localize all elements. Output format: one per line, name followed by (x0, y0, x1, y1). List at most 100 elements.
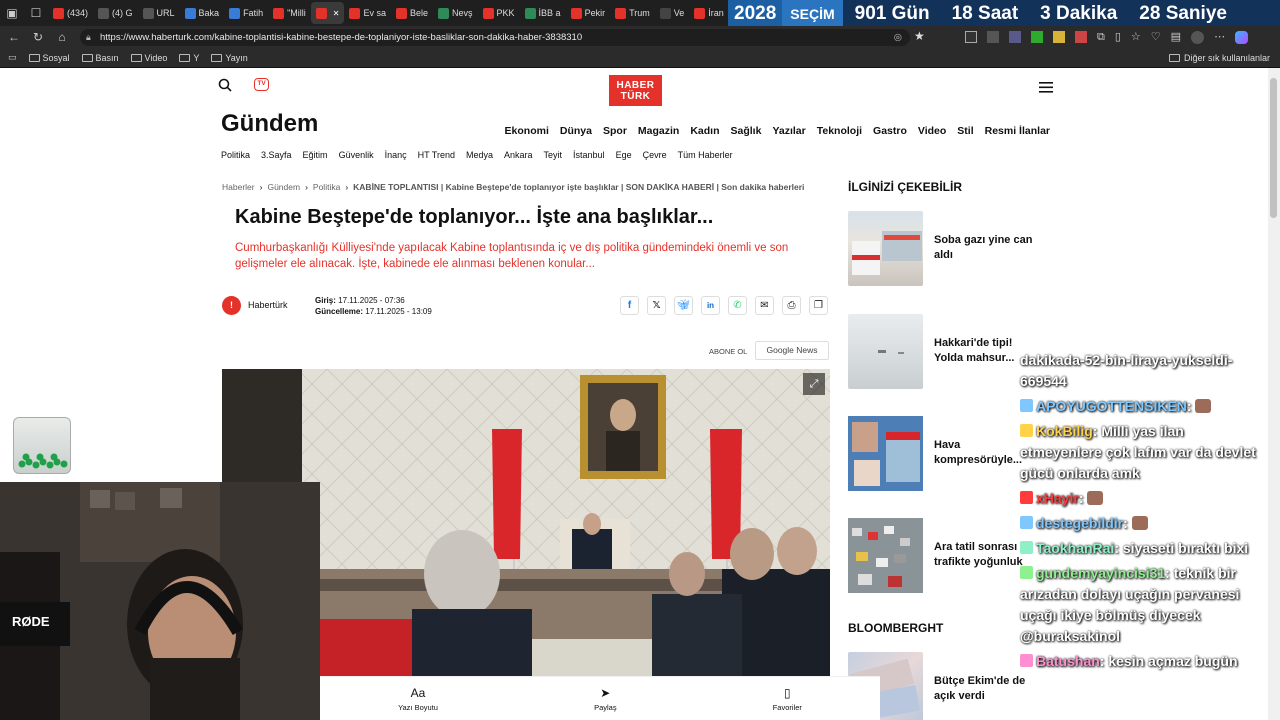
collections-icon[interactable]: ▤ (1171, 31, 1181, 44)
email-share-icon[interactable]: ✉ (755, 296, 774, 315)
subnav-link[interactable]: HT Trend (418, 150, 455, 160)
breadcrumb-link[interactable]: Gündem (267, 182, 300, 192)
extension-icon-4[interactable] (1031, 31, 1043, 43)
share-button[interactable]: ➤ Paylaş (594, 686, 617, 712)
browser-tab[interactable]: Ev sa (344, 2, 391, 24)
folder-icon (211, 53, 223, 62)
bookmark-folder[interactable]: Yayın (211, 53, 248, 63)
author-name[interactable]: Habertürk (248, 300, 288, 310)
copilot-icon[interactable] (1235, 31, 1249, 44)
browser-tab[interactable]: Bele (391, 2, 433, 24)
category-link[interactable]: Spor (603, 125, 627, 137)
browser-tab[interactable]: ✕ (310, 2, 345, 24)
subnav-link[interactable]: Ankara (504, 150, 533, 160)
subnav-link[interactable]: İnanç (385, 150, 407, 160)
browser-tab[interactable]: Trum (610, 2, 655, 24)
tab-actions-icon[interactable]: ☐ (24, 6, 48, 20)
workspaces-icon[interactable]: ▣ (0, 6, 24, 20)
browser-tab[interactable]: (434) (48, 2, 93, 24)
section-title[interactable]: Gündem (221, 110, 318, 138)
other-bookmarks[interactable]: Diğer sık kullanılanlar (1168, 53, 1270, 63)
sidebar-item[interactable]: Ara tatil sonrası trafikte yoğunluk (848, 518, 1048, 594)
site-logo[interactable]: HABER TÜRK (609, 75, 662, 106)
category-link[interactable]: Sağlık (731, 125, 762, 137)
browser-tab[interactable]: İBB a (520, 2, 566, 24)
x-share-icon[interactable]: 𝕏 (647, 296, 666, 315)
bookmarks-menu-icon[interactable]: ▭ (8, 52, 17, 63)
category-link[interactable]: Dünya (560, 125, 592, 137)
sidebar-item[interactable]: Hava kompresörüyle... (848, 416, 1048, 492)
home-icon[interactable]: ⌂ (50, 30, 74, 44)
extension-icon-1[interactable] (965, 31, 977, 43)
subnav-link[interactable]: Eğitim (303, 150, 328, 160)
url-field[interactable]: 🔒︎ https://www.haberturk.com/kabine-topl… (80, 29, 910, 46)
more-menu-icon[interactable]: ⋯ (1214, 31, 1225, 44)
extension-icon-2[interactable] (987, 31, 999, 43)
browser-tab[interactable]: İran (689, 2, 729, 24)
tv-icon[interactable]: TV (254, 78, 269, 91)
category-link[interactable]: Video (918, 125, 946, 137)
font-size-button[interactable]: Aa Yazı Boyutu (398, 686, 438, 712)
linkedin-share-icon[interactable]: in (701, 296, 720, 315)
profile-avatar[interactable] (1191, 31, 1205, 44)
subnav-link[interactable]: İstanbul (573, 150, 605, 160)
category-link[interactable]: Gastro (873, 125, 907, 137)
split-screen-icon[interactable]: ⧉ (1097, 31, 1105, 44)
favorites-icon[interactable]: ☆ (1131, 31, 1141, 44)
category-link[interactable]: Resmi İlanlar (985, 125, 1050, 137)
category-link[interactable]: Yazılar (772, 125, 805, 137)
browser-tab[interactable]: Pekir (566, 2, 611, 24)
read-aloud-icon[interactable]: ◎ (894, 29, 902, 46)
print-icon[interactable]: ⎙ (782, 296, 801, 315)
browser-tab[interactable]: (4) G (93, 2, 138, 24)
google-news-button[interactable]: Google News (755, 341, 829, 360)
subnav-link[interactable]: Ege (616, 150, 632, 160)
subnav-link[interactable]: Teyit (544, 150, 563, 160)
performance-icon[interactable]: ♡ (1151, 31, 1161, 44)
browser-tab[interactable]: PKK (478, 2, 520, 24)
browser-tab[interactable]: URL (138, 2, 180, 24)
subnav-link[interactable]: 3.Sayfa (261, 150, 292, 160)
fullscreen-icon[interactable]: ⤢ (803, 373, 825, 395)
whatsapp-share-icon[interactable]: ✆ (728, 296, 747, 315)
sidebar-item[interactable]: Hakkari'de tipi! Yolda mahsur... (848, 314, 1048, 390)
refresh-icon[interactable]: ↻ (26, 30, 50, 44)
bookmark-folder[interactable]: Basın (81, 53, 119, 63)
page-scrollbar[interactable] (1268, 68, 1280, 720)
browser-tab[interactable]: Fatih (224, 2, 268, 24)
sidebar-icon[interactable]: ▯ (1115, 31, 1121, 44)
extension-icon-6[interactable] (1075, 31, 1087, 43)
category-link[interactable]: Kadın (690, 125, 719, 137)
bluesky-share-icon[interactable]: 🦋︎ (674, 296, 693, 315)
breadcrumb-link[interactable]: Haberler (222, 182, 255, 192)
sidebar-item[interactable]: Soba gazı yine can aldı (848, 211, 1048, 287)
subnav-link[interactable]: Çevre (643, 150, 667, 160)
category-link[interactable]: Teknoloji (817, 125, 862, 137)
browser-tab[interactable]: Baka (180, 2, 225, 24)
scrollbar-thumb[interactable] (1270, 78, 1277, 218)
favorite-star-icon[interactable]: ★ (914, 29, 925, 43)
category-link[interactable]: Ekonomi (505, 125, 549, 137)
browser-tab[interactable]: Ve (655, 2, 690, 24)
browser-tab[interactable]: "Milli (268, 2, 311, 24)
hamburger-menu-icon[interactable] (1039, 80, 1053, 93)
subnav-link[interactable]: Tüm Haberler (678, 150, 733, 160)
subnav-link[interactable]: Güvenlik (339, 150, 374, 160)
extension-icon-3[interactable] (1009, 31, 1021, 43)
category-link[interactable]: Stil (957, 125, 973, 137)
copy-link-icon[interactable]: ❐ (809, 296, 828, 315)
close-tab-icon[interactable]: ✕ (333, 9, 340, 18)
bookmark-folder[interactable]: Sosyal (28, 53, 70, 63)
bookmark-folder[interactable]: Y (179, 53, 199, 63)
subnav-link[interactable]: Politika (221, 150, 250, 160)
bookmark-folder[interactable]: Video (130, 53, 167, 63)
favorites-button[interactable]: ▯ Favoriler (773, 686, 802, 712)
search-icon[interactable] (218, 78, 232, 92)
breadcrumb-link[interactable]: Politika (313, 182, 340, 192)
back-icon[interactable]: ← (2, 30, 26, 44)
category-link[interactable]: Magazin (638, 125, 679, 137)
subnav-link[interactable]: Medya (466, 150, 493, 160)
facebook-share-icon[interactable]: f (620, 296, 639, 315)
extension-icon-5[interactable] (1053, 31, 1065, 43)
browser-tab[interactable]: Nevş (433, 2, 478, 24)
